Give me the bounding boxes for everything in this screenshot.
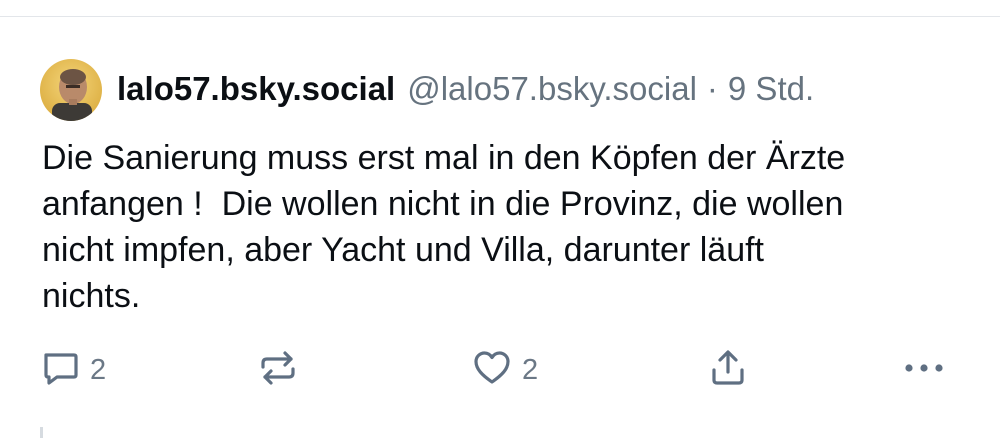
thread-line [40, 427, 43, 438]
share-icon [708, 348, 748, 393]
separator-dot: · [706, 70, 718, 107]
like-button[interactable]: 2 [472, 345, 538, 395]
post-text: Die Sanierung muss erst mal in den Köpfe… [42, 139, 846, 315]
post-card[interactable]: lalo57.bsky.social @lalo57.bsky.social · 9 … [0, 17, 1000, 438]
more-icon [900, 348, 948, 393]
post-thread-view: lalo57.bsky.social @lalo57.bsky.social · 9 … [0, 0, 1000, 438]
repost-button[interactable] [258, 345, 298, 395]
reply-icon [40, 348, 80, 393]
reply-count: 2 [90, 353, 107, 386]
share-button[interactable] [708, 345, 748, 395]
author-display-name[interactable]: lalo57.bsky.social [117, 70, 395, 107]
post-header: lalo57.bsky.social @lalo57.bsky.social · 9 … [117, 69, 814, 109]
post-actions: 2 2 [0, 345, 1000, 395]
author-handle[interactable]: @lalo57.bsky.social [407, 70, 697, 107]
repost-icon [258, 348, 298, 393]
like-count: 2 [522, 353, 539, 386]
heart-icon [472, 348, 512, 393]
reply-button[interactable]: 2 [40, 345, 106, 395]
more-options-button[interactable] [900, 345, 948, 395]
avatar[interactable] [40, 59, 102, 121]
post-timestamp[interactable]: 9 Std. [728, 70, 814, 107]
